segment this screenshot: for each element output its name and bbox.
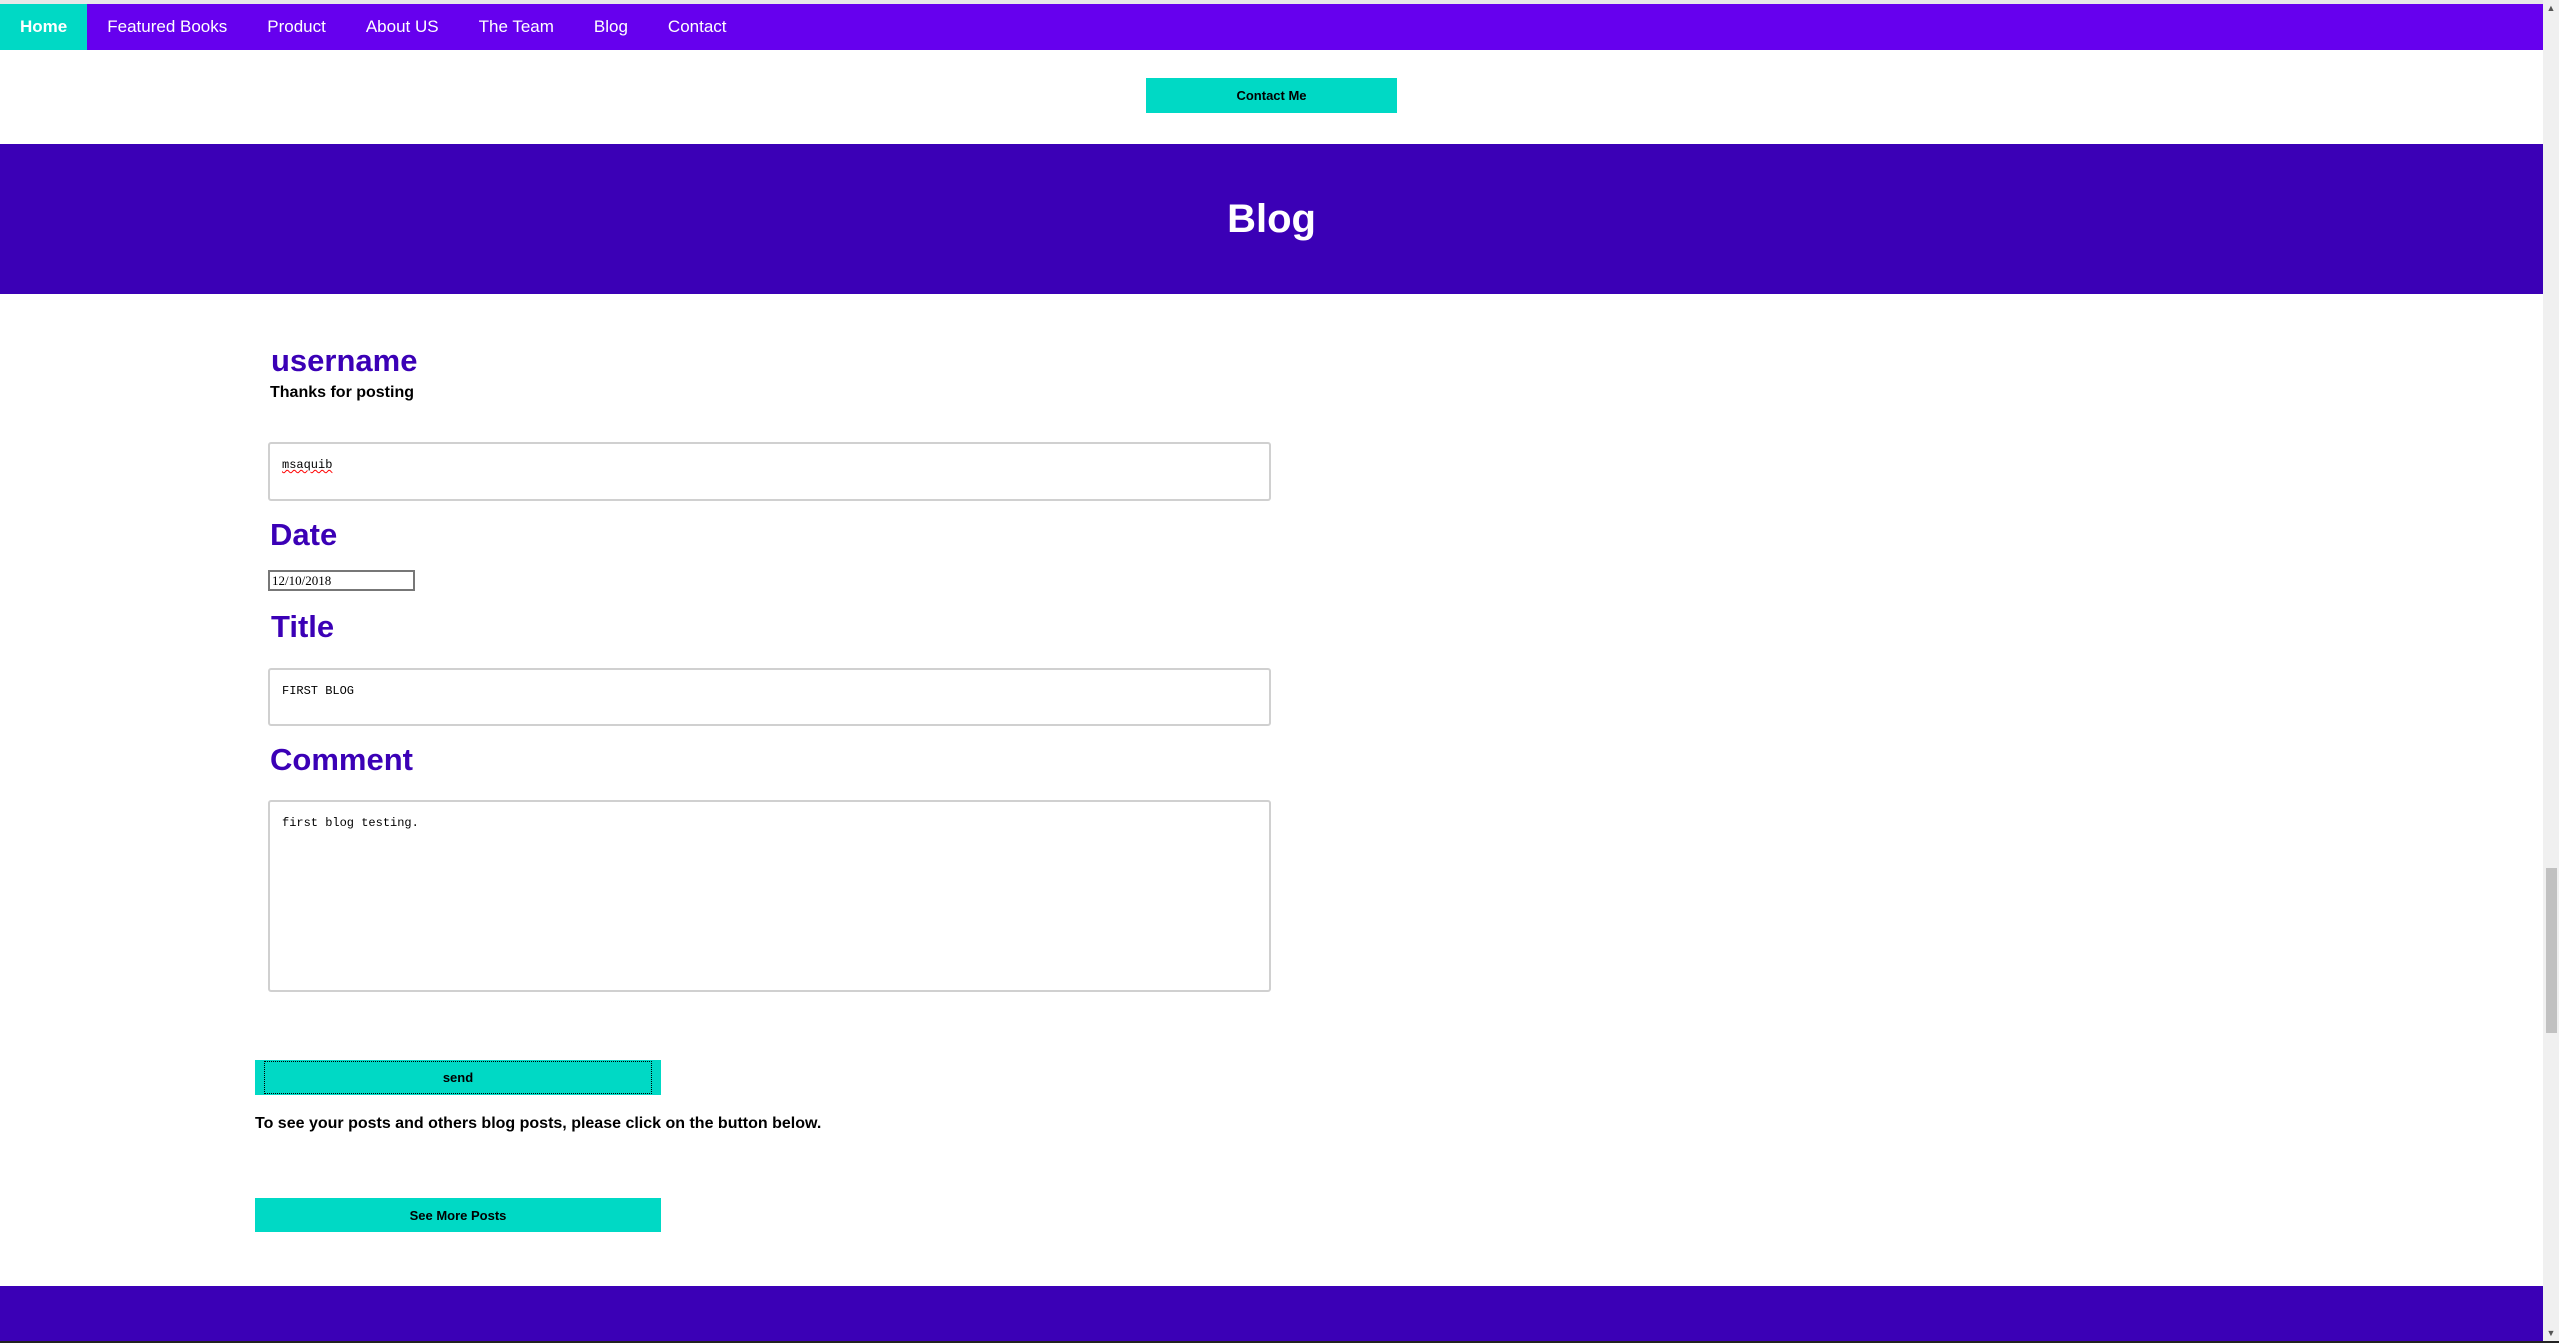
scrollbar-thumb[interactable] (2546, 868, 2557, 1033)
comment-heading: Comment (270, 742, 413, 777)
send-label: send (264, 1061, 652, 1094)
nav-featured-books[interactable]: Featured Books (87, 4, 247, 50)
nav-contact[interactable]: Contact (648, 4, 747, 50)
scroll-down-arrow-icon[interactable]: ▼ (2543, 1325, 2559, 1341)
scroll-up-arrow-icon[interactable]: ▲ (2543, 0, 2559, 16)
comment-textarea[interactable]: first blog testing. (268, 800, 1271, 992)
info-text: To see your posts and others blog posts,… (255, 1115, 822, 1132)
nav-about-us[interactable]: About US (346, 4, 459, 50)
nav-home[interactable]: Home (0, 4, 88, 50)
nav-the-team[interactable]: The Team (459, 4, 574, 50)
see-more-posts-button[interactable]: See More Posts (255, 1198, 661, 1232)
page-title: Blog (1227, 196, 1316, 241)
title-heading: Title (271, 609, 335, 644)
footer (0, 1286, 2543, 1341)
thanks-text: Thanks for posting (270, 384, 414, 401)
nav-blog[interactable]: Blog (574, 4, 648, 50)
contact-me-button[interactable]: Contact Me (1146, 78, 1397, 113)
username-textarea[interactable]: msaquib (268, 442, 1271, 501)
date-input[interactable]: 12/10/2018 (268, 570, 415, 591)
scrollbar[interactable] (2543, 0, 2559, 1341)
username-value: msaquib (282, 458, 333, 472)
title-textarea[interactable]: FIRST BLOG (268, 668, 1271, 726)
send-button[interactable]: send (255, 1060, 661, 1095)
date-heading: Date (270, 517, 338, 552)
navbar: Home Featured Books Product About US The… (0, 4, 2543, 50)
username-heading: username (271, 343, 418, 378)
blog-banner: Blog (0, 144, 2543, 294)
nav-product[interactable]: Product (247, 4, 346, 50)
